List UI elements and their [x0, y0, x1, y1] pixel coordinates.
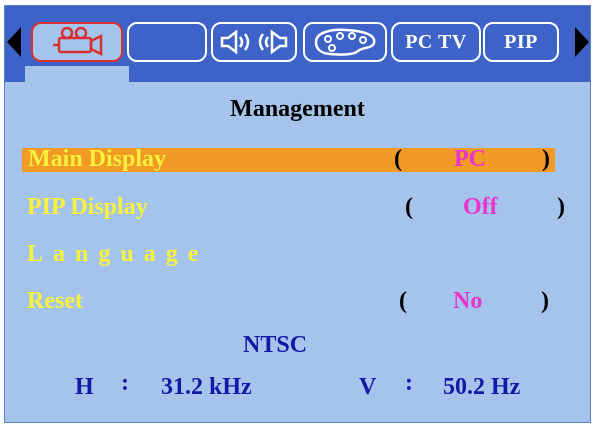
left-arrow-icon[interactable]	[7, 27, 21, 57]
close-paren: )	[557, 194, 565, 220]
tab-blank[interactable]	[127, 22, 207, 62]
h-frequency-label: H	[75, 374, 94, 400]
palette-icon	[314, 28, 376, 56]
menu-item-main-display[interactable]: Main Display ( PC )	[22, 146, 555, 172]
v-frequency-value: 50.2 Hz	[443, 374, 521, 400]
menu-item-label: Reset	[27, 288, 83, 314]
menu-title: Management	[230, 96, 365, 122]
tab-pc-tv-label: PC TV	[405, 30, 467, 53]
v-frequency-label: V	[359, 374, 377, 400]
menu-item-language[interactable]: Language	[21, 239, 556, 271]
projector-icon	[53, 27, 103, 57]
speaker-icon	[220, 29, 288, 55]
close-paren: )	[542, 146, 550, 172]
osd-menu-window: PC TV PIP Management Main Display ( PC )…	[4, 5, 591, 423]
tab-bar: PC TV PIP	[5, 6, 590, 82]
open-paren: (	[399, 288, 407, 314]
menu-item-value: Off	[463, 194, 498, 220]
v-separator: :	[405, 370, 413, 396]
tab-audio[interactable]	[211, 22, 297, 62]
close-paren: )	[541, 288, 549, 314]
h-separator: :	[121, 370, 129, 396]
tab-management[interactable]	[31, 22, 123, 62]
menu-item-value: No	[453, 288, 483, 314]
tab-pip[interactable]: PIP	[483, 22, 559, 62]
menu-item-label: PIP Display	[27, 194, 148, 220]
h-frequency-value: 31.2 kHz	[161, 374, 252, 400]
menu-item-value: PC	[454, 146, 486, 172]
tab-pip-label: PIP	[504, 30, 538, 53]
menu-item-label: Main Display	[28, 146, 167, 172]
menu-item-reset[interactable]: Reset ( No )	[21, 286, 556, 318]
open-paren: (	[405, 194, 413, 220]
tab-pc-tv[interactable]: PC TV	[391, 22, 481, 62]
open-paren: (	[394, 146, 402, 172]
active-tab-connector	[25, 66, 129, 82]
right-arrow-icon[interactable]	[575, 27, 589, 57]
menu-item-pip-display[interactable]: PIP Display ( Off )	[21, 192, 565, 224]
tab-picture[interactable]	[303, 22, 387, 62]
menu-item-label: Language	[27, 241, 209, 267]
signal-standard: NTSC	[243, 332, 308, 358]
